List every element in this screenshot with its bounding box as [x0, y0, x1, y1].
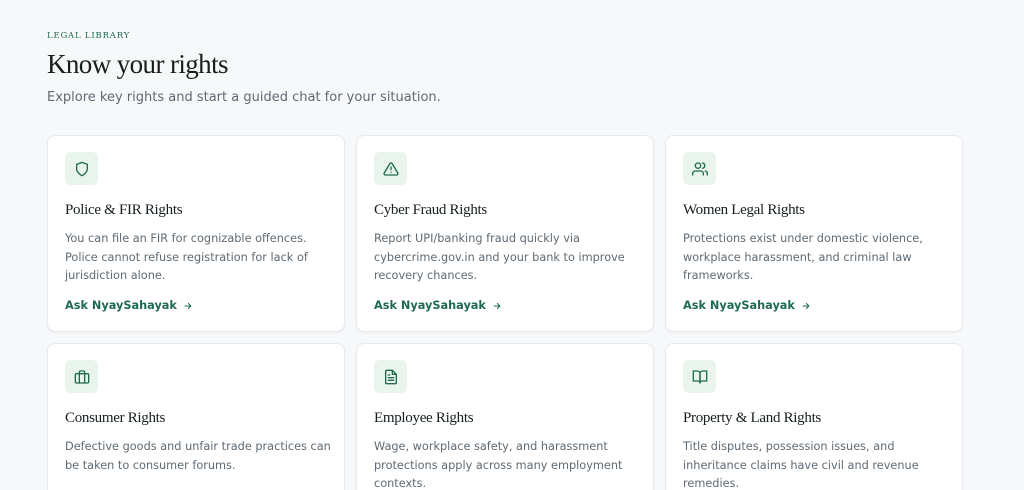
arrow-right-icon	[493, 302, 501, 309]
rights-card-police: Police & FIR Rights You can file an FIR …	[47, 135, 345, 332]
rights-card-consumer: Consumer Rights Defective goods and unfa…	[47, 343, 345, 490]
rights-card-women: Women Legal Rights Protections exist und…	[665, 135, 963, 332]
rights-card-cyber: Cyber Fraud Rights Report UPI/banking fr…	[356, 135, 654, 332]
link-label: Ask NyaySahayak	[65, 299, 177, 312]
briefcase-icon	[65, 360, 98, 393]
alert-triangle-icon	[374, 152, 407, 185]
card-description: Title disputes, possession issues, and i…	[683, 440, 919, 490]
legal-library-page: LEGAL LIBRARY Know your rights Explore k…	[0, 0, 1024, 490]
card-description: Wage, workplace safety, and harassment p…	[374, 440, 623, 490]
card-description: Report UPI/banking fraud quickly via cyb…	[374, 232, 625, 283]
page-title: Know your rights	[47, 49, 228, 79]
book-open-icon	[683, 360, 716, 393]
rights-card-property: Property & Land Rights Title disputes, p…	[665, 343, 963, 490]
ask-nyaysahayak-link[interactable]: Ask NyaySahayak	[683, 299, 811, 312]
arrow-right-icon	[802, 302, 810, 309]
section-eyebrow: LEGAL LIBRARY	[47, 31, 131, 41]
users-icon	[683, 152, 716, 185]
page-subtitle: Explore key rights and start a guided ch…	[47, 90, 441, 105]
link-label: Ask NyaySahayak	[374, 299, 486, 312]
card-title: Employee Rights	[374, 410, 474, 426]
card-description: You can file an FIR for cognizable offen…	[65, 232, 308, 283]
card-title: Police & FIR Rights	[65, 202, 183, 218]
card-title: Cyber Fraud Rights	[374, 202, 487, 218]
link-label: Ask NyaySahayak	[683, 299, 795, 312]
rights-card-employee: Employee Rights Wage, workplace safety, …	[356, 343, 654, 490]
ask-nyaysahayak-link[interactable]: Ask NyaySahayak	[65, 299, 193, 312]
card-title: Consumer Rights	[65, 410, 166, 426]
document-icon	[374, 360, 407, 393]
card-description: Protections exist under domestic violenc…	[683, 232, 923, 283]
shield-icon	[65, 152, 98, 185]
card-title: Property & Land Rights	[683, 410, 821, 426]
ask-nyaysahayak-link[interactable]: Ask NyaySahayak	[374, 299, 502, 312]
card-title: Women Legal Rights	[683, 202, 805, 218]
card-description: Defective goods and unfair trade practic…	[65, 440, 331, 472]
arrow-right-icon	[184, 302, 192, 309]
